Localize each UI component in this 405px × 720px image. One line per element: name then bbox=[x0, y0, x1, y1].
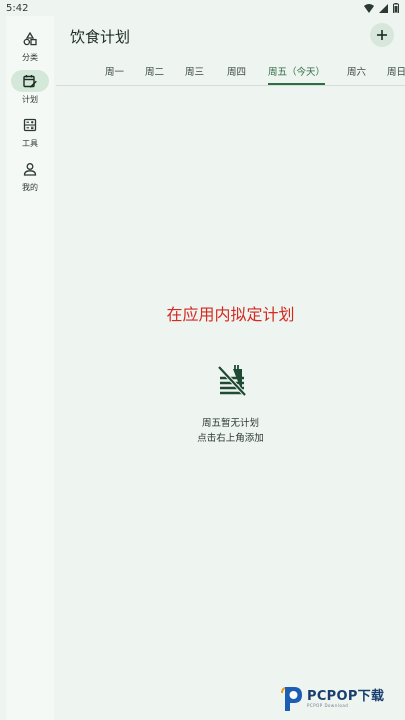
person-icon bbox=[23, 163, 37, 176]
tab-wednesday[interactable]: 周三 bbox=[185, 64, 204, 78]
tab-friday-today[interactable]: 周五（今天） bbox=[268, 64, 325, 78]
tab-tuesday[interactable]: 周二 bbox=[145, 64, 164, 78]
pcpop-logo-icon bbox=[281, 687, 302, 711]
plus-icon bbox=[377, 30, 387, 40]
nav-item-tools[interactable]: 工具 bbox=[6, 114, 54, 154]
toolbox-icon bbox=[23, 118, 37, 132]
nav-icon-container-active bbox=[11, 70, 49, 92]
weekday-tabs: 周一 周二 周三 周四 周五（今天） 周六 周日 bbox=[56, 60, 405, 86]
nav-item-plan[interactable]: 计划 bbox=[6, 70, 54, 110]
empty-state-title: 周五暂无计划 bbox=[201, 418, 259, 429]
add-plan-button[interactable] bbox=[370, 23, 394, 47]
nav-icon-container bbox=[11, 158, 49, 180]
nav-item-category[interactable]: 分类 bbox=[6, 28, 54, 68]
shapes-icon bbox=[23, 32, 37, 46]
status-time: 5:42 bbox=[6, 2, 29, 14]
nav-item-mine[interactable]: 我的 bbox=[6, 158, 54, 198]
status-icons bbox=[364, 3, 399, 13]
tab-sunday[interactable]: 周日 bbox=[387, 64, 405, 78]
watermark: PCPOP下载 PCPOP Download bbox=[280, 684, 405, 714]
nav-label-category: 分类 bbox=[22, 53, 38, 62]
tab-monday[interactable]: 周一 bbox=[105, 64, 124, 78]
signal-icon bbox=[379, 3, 388, 13]
no-food-icon bbox=[217, 365, 247, 396]
nav-label-mine: 我的 bbox=[22, 183, 38, 192]
calendar-edit-icon bbox=[23, 75, 37, 88]
tab-saturday[interactable]: 周六 bbox=[347, 64, 366, 78]
main-content: 饮食计划 周一 周二 周三 周四 周五（今天） 周六 周日 在应用内拟定计划 周… bbox=[56, 16, 405, 720]
nav-label-tools: 工具 bbox=[22, 139, 38, 148]
wifi-icon bbox=[364, 3, 374, 13]
status-bar: 5:42 bbox=[0, 0, 405, 16]
overlay-caption: 在应用内拟定计划 bbox=[166, 305, 295, 324]
nav-icon-container bbox=[11, 28, 49, 50]
nav-icon-container bbox=[11, 114, 49, 136]
battery-icon bbox=[393, 3, 399, 13]
nav-label-plan: 计划 bbox=[22, 95, 38, 104]
empty-state-hint: 点击右上角添加 bbox=[197, 433, 264, 444]
navigation-rail: 分类 计划 工具 我的 bbox=[6, 16, 54, 720]
tab-thursday[interactable]: 周四 bbox=[227, 64, 246, 78]
watermark-brand: PCPOP下载 bbox=[307, 689, 385, 704]
page-title: 饮食计划 bbox=[70, 28, 131, 46]
tab-indicator bbox=[268, 83, 325, 85]
